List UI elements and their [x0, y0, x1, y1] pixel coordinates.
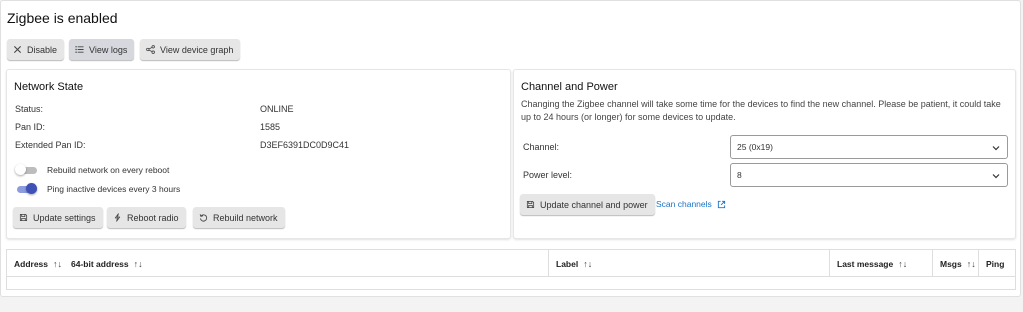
save-icon — [526, 200, 535, 209]
rebuild-network-button[interactable]: Rebuild network — [193, 207, 285, 228]
page-title: Zigbee is enabled — [7, 10, 118, 26]
table-header-row: Address ↑↓ 64-bit address ↑↓ Label ↑↓ Last … — [7, 250, 1015, 277]
refresh-icon — [199, 214, 208, 222]
pan-id-value: 1585 — [260, 122, 281, 132]
column-header-label: Msgs — [940, 258, 962, 269]
status-label: Status: — [15, 104, 44, 114]
close-icon — [13, 45, 22, 54]
toggle-thumb — [26, 183, 37, 194]
channel-select[interactable]: 25 (0x19) — [730, 135, 1008, 159]
column-header-address[interactable]: Address ↑↓ — [7, 250, 64, 277]
sort-icon: ↑↓ — [966, 258, 976, 269]
reboot-radio-label: Reboot radio — [127, 212, 179, 223]
chevron-down-icon — [992, 146, 1000, 151]
ping-inactive-label: Ping inactive devices every 3 hours — [47, 184, 181, 194]
channel-select-value: 25 (0x19) — [737, 142, 773, 152]
disable-button-label: Disable — [27, 44, 58, 55]
update-settings-button[interactable]: Update settings — [13, 207, 103, 228]
column-header-label: 64-bit address — [71, 258, 129, 269]
view-logs-button-label: View logs — [89, 44, 128, 55]
view-logs-button[interactable]: View logs — [69, 39, 135, 60]
list-icon — [75, 46, 84, 53]
rebuild-on-reboot-toggle[interactable] — [15, 164, 37, 176]
power-level-label: Power level: — [523, 170, 573, 180]
pan-id-label: Pan ID: — [15, 122, 46, 132]
toggle-thumb — [15, 164, 26, 175]
column-header-last-message[interactable]: Last message ↑↓ — [829, 250, 932, 277]
update-channel-power-button[interactable]: Update channel and power — [520, 194, 655, 215]
ping-inactive-toggle[interactable] — [15, 183, 37, 195]
status-value: ONLINE — [260, 104, 294, 114]
sort-icon: ↑↓ — [53, 258, 63, 269]
network-state-title: Network State — [14, 81, 84, 93]
lightning-icon — [114, 213, 121, 222]
column-header-label[interactable]: Label ↑↓ — [548, 250, 829, 277]
devices-table: Address ↑↓ 64-bit address ↑↓ Label ↑↓ Last … — [6, 249, 1016, 290]
sort-icon: ↑↓ — [133, 258, 143, 269]
view-device-graph-button-label: View device graph — [160, 44, 234, 55]
update-settings-label: Update settings — [33, 212, 96, 223]
save-icon — [19, 213, 28, 222]
network-state-card: Network State Status: ONLINE Pan ID: 158… — [6, 69, 511, 239]
column-header-label: Ping — [986, 258, 1005, 269]
rebuild-network-label: Rebuild network — [213, 212, 278, 223]
column-header-64bit-address[interactable]: 64-bit address ↑↓ — [64, 250, 548, 277]
column-header-msgs[interactable]: Msgs ↑↓ — [932, 250, 978, 277]
scan-channels-link[interactable]: Scan channels — [656, 199, 726, 209]
rebuild-on-reboot-label: Rebuild network on every reboot — [47, 165, 170, 175]
column-header-label: Label — [556, 258, 579, 269]
channel-power-description: Changing the Zigbee channel will take so… — [521, 99, 1001, 122]
scan-channels-label: Scan channels — [656, 199, 712, 209]
column-header-label: Address — [14, 258, 49, 269]
power-level-select[interactable]: 8 — [730, 163, 1008, 187]
view-device-graph-button[interactable]: View device graph — [140, 39, 241, 60]
channel-power-title: Channel and Power — [521, 81, 618, 93]
channel-power-card: Channel and Power Changing the Zigbee ch… — [513, 69, 1016, 239]
column-header-ping: Ping — [978, 250, 1015, 277]
disable-button[interactable]: Disable — [7, 39, 65, 60]
sort-icon: ↑↓ — [583, 258, 593, 269]
share-graph-icon — [146, 45, 155, 54]
channel-label: Channel: — [523, 142, 560, 152]
chevron-down-icon — [992, 174, 1000, 179]
update-channel-power-label: Update channel and power — [540, 199, 648, 210]
reboot-radio-button[interactable]: Reboot radio — [107, 207, 186, 228]
extended-pan-id-label: Extended Pan ID: — [15, 140, 86, 150]
sort-icon: ↑↓ — [898, 258, 908, 269]
power-level-select-value: 8 — [737, 170, 742, 180]
external-link-icon — [717, 200, 725, 208]
column-header-label: Last message — [837, 258, 894, 269]
extended-pan-id-value: D3EF6391DC0D9C41 — [260, 140, 350, 150]
zigbee-panel: Zigbee is enabled Disable View logs View… — [0, 0, 1021, 297]
